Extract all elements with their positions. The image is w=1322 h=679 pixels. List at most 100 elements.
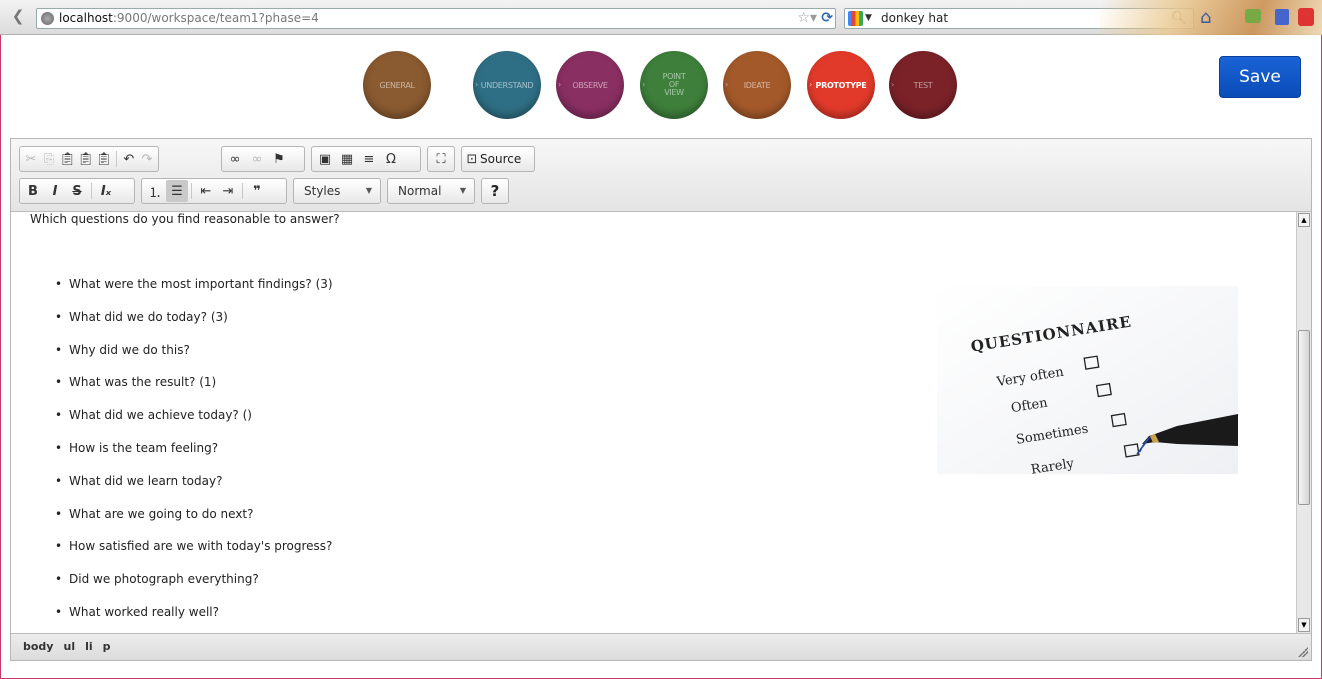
question-text: What were the most important findings? (… <box>69 277 333 291</box>
indent-icon[interactable]: ⇥ <box>217 180 239 202</box>
copy-icon[interactable]: ⎘ <box>40 148 58 170</box>
question-list: What were the most important findings? (… <box>55 276 333 633</box>
insert-group: ▣ ▦ ≡ Ω <box>311 146 421 172</box>
question-text: What did we learn today? <box>69 473 223 488</box>
question-text: Did we photograph everything? <box>69 572 259 587</box>
list-item: What were the most important findings? (… <box>55 276 333 309</box>
phase-arrow-icon: › <box>725 80 728 89</box>
clipboard-group: ✂ ⎘ 📋︎ 📋︎ 📋︎ ↶ ↷ <box>19 146 159 172</box>
list-item: What was the result? (1) <box>55 374 333 407</box>
image-icon[interactable]: ▣ <box>314 148 336 170</box>
toolbar-separator <box>115 151 117 167</box>
help-button[interactable]: ? <box>481 178 509 204</box>
maximize-icon[interactable]: ⛶ <box>430 148 452 170</box>
undo-icon[interactable]: ↶ <box>120 148 138 170</box>
addon-icon[interactable] <box>1275 9 1289 25</box>
phase-arrow-icon: › <box>558 80 561 89</box>
styles-label: Styles <box>304 184 341 198</box>
scrollbar-thumb[interactable] <box>1298 330 1310 505</box>
phase-label: TEST <box>913 80 933 90</box>
question-text: What are we going to do next? <box>69 506 254 521</box>
editor-content[interactable]: Which questions do you find reasonable t… <box>11 212 1296 633</box>
rich-text-editor: ✂ ⎘ 📋︎ 📋︎ 📋︎ ↶ ↷ ∞ ∞ ⚑ ▣ ▦ ≡ Ω ⛶ ⊡ Sourc… <box>10 138 1312 661</box>
intro-paragraph: Which questions do you find reasonable t… <box>30 212 340 226</box>
bookmark-star-icon[interactable]: ☆▾ <box>797 9 817 28</box>
url-bar[interactable]: localhost:9000/workspace/team1?phase=4 ☆… <box>36 8 836 29</box>
chevron-down-icon: ▼ <box>459 186 466 195</box>
list-item: What did we achieve today? () <box>55 407 333 440</box>
question-text: How is the team feeling? <box>69 440 219 455</box>
url-path: :9000/workspace/team1?phase=4 <box>112 11 319 25</box>
elements-path-bar: body ul li p <box>11 633 1311 660</box>
phase-prototype[interactable]: › PROTOTYPE <box>807 51 875 119</box>
list-item: What did we do today? (3) <box>55 309 333 342</box>
question-text: What worked really well? <box>69 604 219 619</box>
phase-arrow-icon: › <box>642 80 645 89</box>
path-element-p[interactable]: p <box>103 640 111 653</box>
list-item: What did we learn today? <box>55 473 333 506</box>
special-character-icon[interactable]: Ω <box>380 148 402 170</box>
horizontal-line-icon[interactable]: ≡ <box>358 148 380 170</box>
phase-ideate[interactable]: › IDEATE <box>723 51 791 119</box>
save-button[interactable]: Save <box>1219 56 1301 98</box>
phase-arrow-icon: › <box>891 80 894 89</box>
format-dropdown[interactable]: Normal ▼ <box>387 178 475 204</box>
phase-test[interactable]: › TEST <box>889 51 957 119</box>
bulleted-list-icon[interactable]: ☰ <box>166 180 188 202</box>
phase-general[interactable]: GENERAL <box>363 51 431 119</box>
questionnaire-image: QUESTIONNAIRE Very often Often Sometimes… <box>937 286 1238 474</box>
reload-icon[interactable]: ⟳ <box>821 9 833 28</box>
list-item: What worked really well? <box>55 604 333 633</box>
bold-icon[interactable]: B <box>22 180 44 202</box>
phase-understand[interactable]: › UNDERSTAND <box>473 51 541 119</box>
link-group: ∞ ∞ ⚑ <box>221 146 305 172</box>
unlink-icon[interactable]: ∞ <box>246 148 268 170</box>
strikethrough-icon[interactable]: S <box>66 180 88 202</box>
link-icon[interactable]: ∞ <box>224 148 246 170</box>
toolbar-separator <box>91 183 92 199</box>
resize-handle-icon[interactable] <box>1298 647 1308 657</box>
list-item: Why did we do this? <box>55 342 333 375</box>
path-element-li[interactable]: li <box>85 640 93 653</box>
site-identity-icon[interactable] <box>41 12 54 25</box>
list-item: What are we going to do next? <box>55 506 333 539</box>
scroll-down-icon[interactable]: ▼ <box>1298 618 1310 632</box>
search-engine-dropdown-icon[interactable]: ▼ <box>865 9 872 28</box>
blockquote-icon[interactable]: ❞ <box>246 180 268 202</box>
numbered-list-icon[interactable]: ⒈ <box>144 180 166 202</box>
paste-text-icon[interactable]: 📋︎ <box>77 148 95 170</box>
italic-icon[interactable]: I <box>44 180 66 202</box>
cut-icon[interactable]: ✂ <box>22 148 40 170</box>
scroll-up-icon[interactable]: ▲ <box>1298 213 1310 227</box>
home-icon[interactable]: ⌂ <box>1200 7 1211 28</box>
google-search-engine-icon[interactable] <box>848 11 863 26</box>
phase-label: GENERAL <box>379 80 415 90</box>
search-query: donkey hat <box>881 11 949 25</box>
path-element-body[interactable]: body <box>23 640 53 653</box>
format-label: Normal <box>398 184 442 198</box>
anchor-flag-icon[interactable]: ⚑ <box>268 148 290 170</box>
chevron-down-icon: ▼ <box>365 186 372 195</box>
addon-icon[interactable] <box>1245 9 1261 23</box>
phase-point-of-view[interactable]: › POINT OF VIEW <box>640 51 708 119</box>
phase-observe[interactable]: › OBSERVE <box>556 51 624 119</box>
redo-icon[interactable]: ↷ <box>138 148 156 170</box>
editor-toolbar: ✂ ⎘ 📋︎ 📋︎ 📋︎ ↶ ↷ ∞ ∞ ⚑ ▣ ▦ ≡ Ω ⛶ ⊡ Sourc… <box>11 139 1311 212</box>
phase-arrow-icon: › <box>475 80 478 89</box>
styles-dropdown[interactable]: Styles ▼ <box>293 178 381 204</box>
paste-icon[interactable]: 📋︎ <box>58 148 76 170</box>
remove-format-icon[interactable]: Iₓ <box>95 180 117 202</box>
editor-scrollbar[interactable]: ▲ ▼ <box>1296 212 1311 633</box>
question-text: Why did we do this? <box>69 342 190 357</box>
phase-label: PROTOTYPE <box>815 80 867 90</box>
phase-label: IDEATE <box>743 80 771 90</box>
table-icon[interactable]: ▦ <box>336 148 358 170</box>
back-arrow-icon[interactable]: ❮ <box>5 5 31 29</box>
path-element-ul[interactable]: ul <box>63 640 75 653</box>
paste-word-icon[interactable]: 📋︎ <box>95 148 113 170</box>
phase-label: OBSERVE <box>572 80 608 90</box>
source-button[interactable]: ⊡ Source <box>461 146 535 172</box>
addon-icon[interactable] <box>1298 8 1314 26</box>
paragraph-group: ⒈ ☰ ⇤ ⇥ ❞ <box>141 178 287 204</box>
outdent-icon[interactable]: ⇤ <box>195 180 217 202</box>
